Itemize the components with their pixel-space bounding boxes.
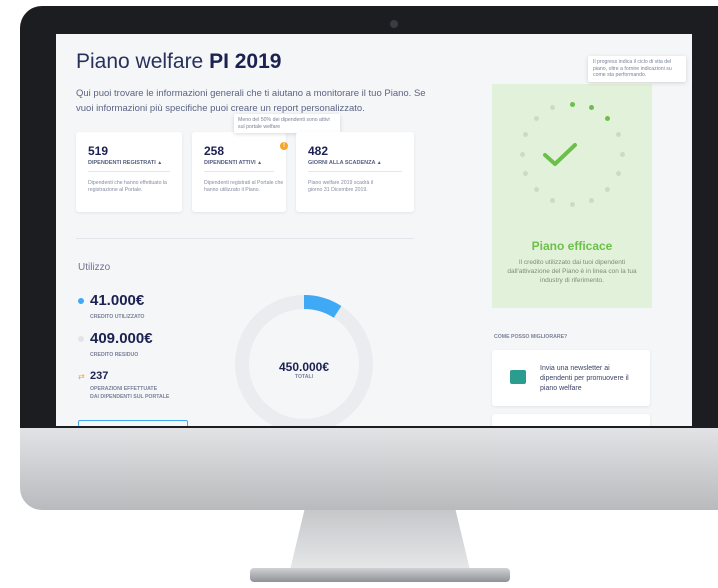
progress-dot	[588, 197, 594, 203]
card-value: 258	[204, 144, 225, 158]
efficacy-title: Piano efficace	[531, 239, 613, 253]
progress-info-tooltip: Il progress indica il ciclo di vita del …	[588, 56, 686, 82]
donut-total-value: 450.000€	[278, 360, 330, 374]
card-label: GIORNI ALLA SCADENZA ▲	[308, 160, 382, 166]
warning-icon[interactable]: !	[280, 142, 288, 150]
credit-residual-value: 409.000€	[90, 330, 153, 347]
progress-dot-active	[588, 105, 594, 111]
residual-dot-icon	[78, 336, 84, 342]
operations-label-2: DAI DIPENDENTI SUL PORTALE	[90, 394, 170, 400]
suggestion-card-2[interactable]	[492, 414, 650, 426]
chevron-up-icon: ▲	[157, 160, 163, 166]
suggestion-card[interactable]: Invia una newsletter ai dipendenti per p…	[492, 350, 650, 406]
card-desc: Piano welfare 2019 scadrà il giorno 31 D…	[308, 180, 374, 193]
progress-dot	[519, 151, 525, 157]
card-desc: Dipendenti registrati al Portale che han…	[204, 180, 284, 193]
divider	[204, 171, 274, 172]
card-label: DIPENDENTI REGISTRATI ▲	[88, 160, 163, 166]
checkmark-icon	[543, 143, 577, 166]
card-active[interactable]: 258 DIPENDENTI ATTIVI ▲ Dipendenti regis…	[192, 132, 286, 212]
donut-used-arc	[303, 295, 342, 318]
app-screen: Piano welfare PI 2019 Qui puoi trovare l…	[56, 34, 692, 426]
divider	[308, 171, 402, 172]
improve-title: COME POSSO MIGLIORARE?	[494, 334, 568, 340]
report-button[interactable]	[78, 420, 188, 426]
arrows-icon: ⇄	[78, 372, 85, 381]
monitor-stand	[290, 510, 470, 570]
credit-used-value: 41.000€	[90, 292, 145, 309]
credit-donut-chart	[235, 295, 373, 426]
progress-dot-active	[604, 116, 610, 122]
page-title: Piano welfare PI 2019	[76, 50, 282, 73]
donut-total-label: TOTALI	[294, 374, 314, 380]
divider	[88, 171, 170, 172]
progress-dot-active	[569, 101, 575, 107]
operations-label: OPERAZIONI EFFETTUATE	[90, 386, 158, 392]
intro-text: Qui puoi trovare le informazioni general…	[76, 88, 426, 114]
chevron-up-icon: ▲	[257, 160, 263, 166]
progress-dot	[569, 201, 575, 207]
operations-value: 237	[90, 370, 109, 382]
card-registered[interactable]: 519 DIPENDENTI REGISTRATI ▲ Dipendenti c…	[76, 132, 182, 212]
efficacy-text: Il credito utilizzato dai tuoi dipendent…	[507, 259, 637, 284]
card-desc: Dipendenti che hanno effettuato la regis…	[88, 180, 167, 193]
suggestion-text: Invia una newsletter ai dipendenti per p…	[540, 365, 629, 392]
newsletter-icon	[510, 370, 526, 384]
monitor-base	[250, 568, 510, 582]
active-tooltip: Meno del 50% dei dipendenti sono attivi …	[234, 114, 340, 133]
used-dot-icon	[78, 298, 84, 304]
credit-residual-label: CREDITO RESIDUO	[90, 352, 139, 358]
section-divider	[76, 238, 414, 239]
chevron-up-icon: ▲	[376, 160, 382, 166]
progress-dot	[534, 186, 540, 192]
card-value: 519	[88, 144, 109, 158]
progress-dot	[619, 151, 625, 157]
progress-dot	[604, 186, 610, 192]
progress-dot	[523, 170, 529, 176]
card-days[interactable]: 482 GIORNI ALLA SCADENZA ▲ Piano welfare…	[296, 132, 414, 212]
camera-icon	[390, 20, 398, 28]
progress-dot	[615, 170, 621, 176]
card-label: DIPENDENTI ATTIVI ▲	[204, 160, 263, 166]
card-value: 482	[308, 144, 329, 158]
credit-used-label: CREDITO UTILIZZATO	[90, 314, 145, 320]
monitor-chin	[20, 428, 718, 510]
section-title-utilizzo: Utilizzo	[78, 262, 111, 273]
